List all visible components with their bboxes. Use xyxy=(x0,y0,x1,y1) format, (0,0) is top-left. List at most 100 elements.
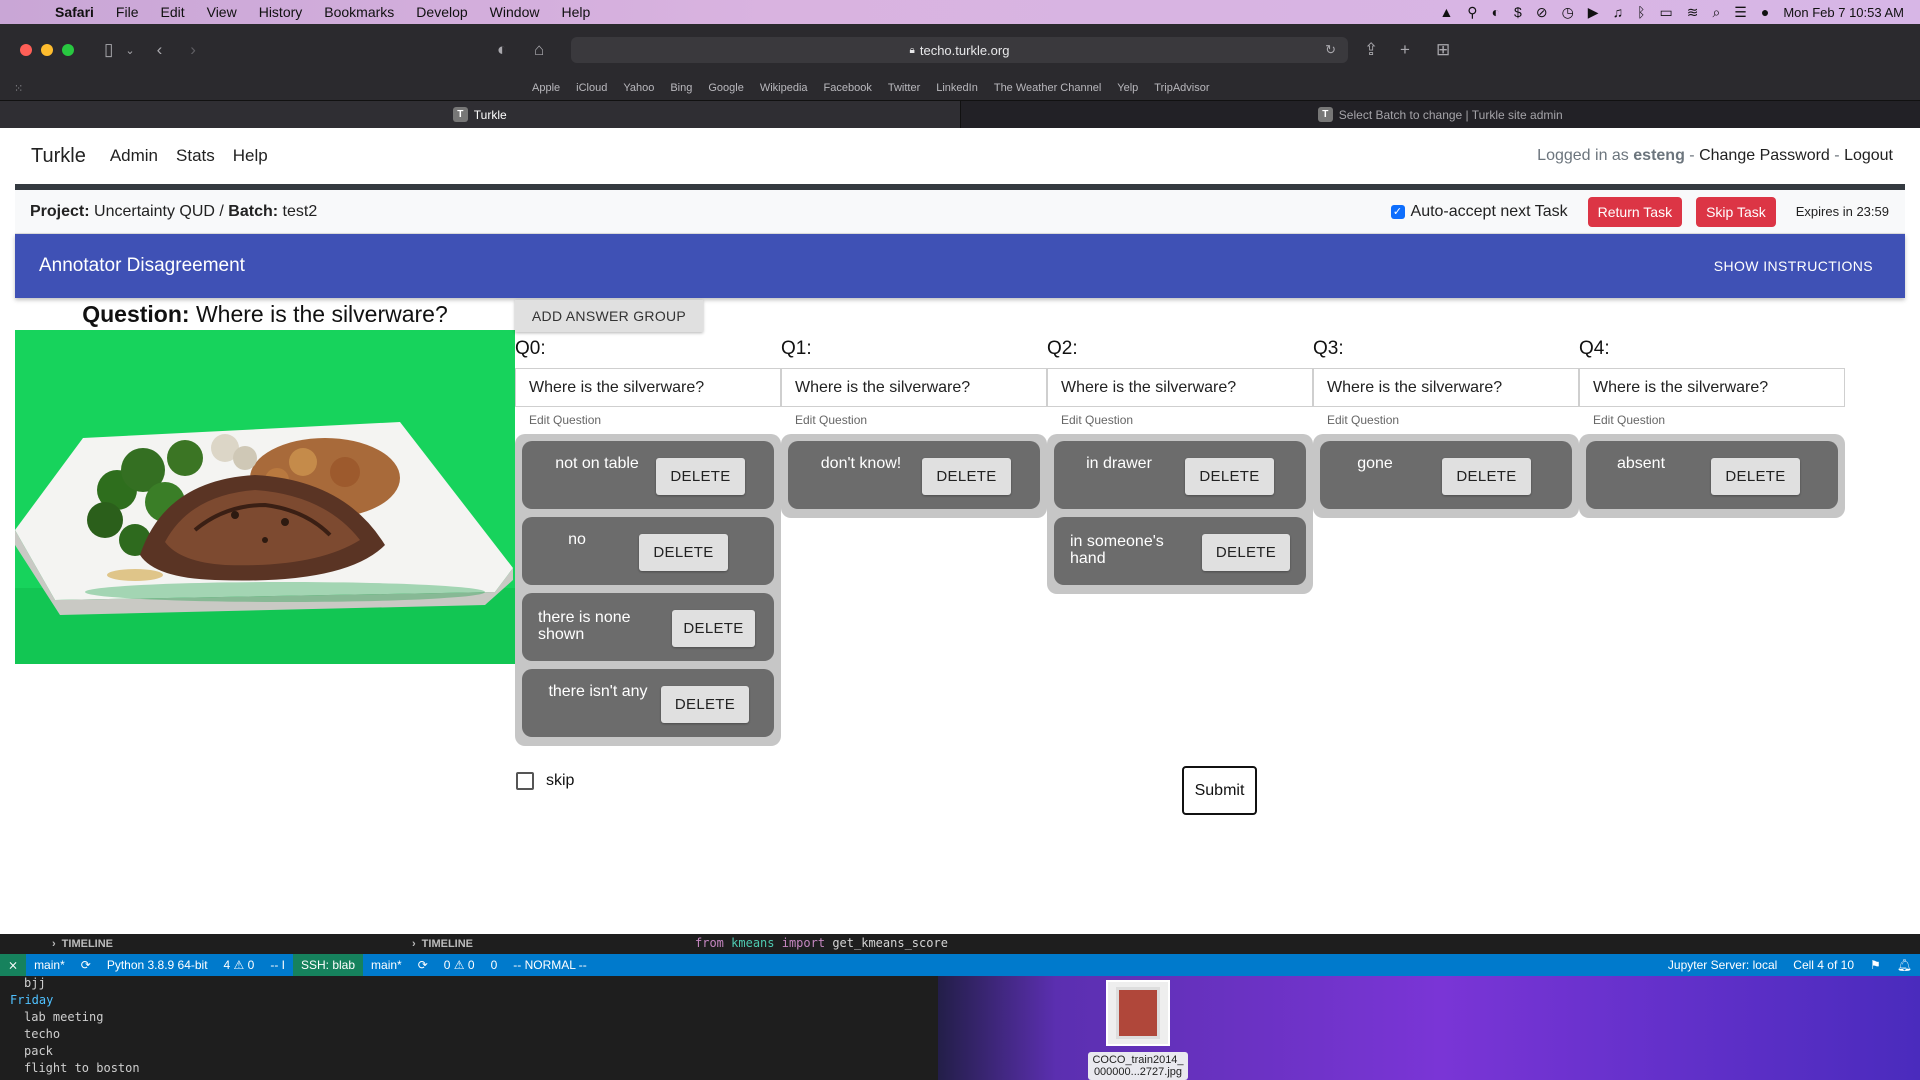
menu-bookmarks[interactable]: Bookmarks xyxy=(313,4,405,20)
reload-icon[interactable]: ↻ xyxy=(1325,42,1336,58)
add-answer-group-button[interactable]: ADD ANSWER GROUP xyxy=(515,300,703,332)
share-icon[interactable]: ⇪ xyxy=(1364,40,1378,60)
play-icon[interactable]: ▶ xyxy=(1588,4,1599,21)
desktop-file-icon[interactable]: COCO_train2014_ 000000...2727.jpg xyxy=(1078,980,1198,1080)
question-input[interactable]: Where is the silverware? xyxy=(1313,368,1579,407)
show-instructions-button[interactable]: SHOW INSTRUCTIONS xyxy=(1714,258,1873,274)
menu-view[interactable]: View xyxy=(196,4,248,20)
nav-help[interactable]: Help xyxy=(233,146,268,166)
zoom-window-icon[interactable] xyxy=(62,44,74,56)
menu-app-name[interactable]: Safari xyxy=(44,4,105,20)
home-icon[interactable]: ⌂ xyxy=(534,40,544,60)
favorite-link[interactable]: LinkedIn xyxy=(928,82,986,94)
jupyter-server-status[interactable]: Jupyter Server: local xyxy=(1660,958,1785,972)
problems-status[interactable]: 0 ⚠ 0 xyxy=(436,958,483,972)
menu-develop[interactable]: Develop xyxy=(405,4,478,20)
remote-icon[interactable]: ⨯ xyxy=(0,954,27,976)
control-center-icon[interactable]: ☰ xyxy=(1734,4,1747,21)
spotlight-search-icon[interactable]: ⌕ xyxy=(1712,4,1720,21)
return-task-button[interactable]: Return Task xyxy=(1587,196,1683,227)
skip-checkbox[interactable] xyxy=(516,772,534,790)
wifi-icon[interactable]: ≋ xyxy=(1687,4,1699,21)
back-icon[interactable]: ‹ xyxy=(157,40,163,60)
change-password-link[interactable]: Change Password xyxy=(1699,147,1830,164)
headphones-icon[interactable]: ♫ xyxy=(1613,4,1624,20)
favorite-link[interactable]: Facebook xyxy=(816,82,880,94)
favorite-link[interactable]: TripAdvisor xyxy=(1146,82,1217,94)
ssh-remote-status[interactable]: SSH: blab xyxy=(293,954,364,976)
brand-link[interactable]: Turkle xyxy=(31,145,86,168)
siri-icon[interactable]: ● xyxy=(1761,4,1769,20)
favorites-grid-icon[interactable]: ⁙ xyxy=(14,82,524,95)
favorite-link[interactable]: Apple xyxy=(524,82,568,94)
answer-card[interactable]: no DELETE xyxy=(522,517,774,585)
submit-button[interactable]: Submit xyxy=(1182,766,1257,815)
minimize-window-icon[interactable] xyxy=(41,44,53,56)
logout-link[interactable]: Logout xyxy=(1844,147,1893,164)
checkbox-checked-icon[interactable]: ✓ xyxy=(1390,204,1405,219)
question-input[interactable]: Where is the silverware? xyxy=(1047,368,1313,407)
answer-list[interactable]: don't know! DELETE xyxy=(781,434,1047,518)
answer-card[interactable]: not on table DELETE xyxy=(522,441,774,509)
answer-card[interactable]: in drawer DELETE xyxy=(1054,441,1306,509)
delete-button[interactable]: DELETE xyxy=(672,610,755,647)
answer-card[interactable]: in someone's hand DELETE xyxy=(1054,517,1306,585)
answer-card[interactable]: absent DELETE xyxy=(1586,441,1838,509)
ports-status[interactable]: 0 xyxy=(483,958,506,972)
delete-button[interactable]: DELETE xyxy=(1185,458,1274,495)
favorite-link[interactable]: iCloud xyxy=(568,82,615,94)
python-interpreter-status[interactable]: Python 3.8.9 64-bit xyxy=(99,958,216,972)
skip-toggle[interactable]: skip xyxy=(516,772,574,790)
menu-file[interactable]: File xyxy=(105,4,150,20)
answer-card[interactable]: there isn't any DELETE xyxy=(522,669,774,737)
favorite-link[interactable]: Twitter xyxy=(880,82,928,94)
nav-stats[interactable]: Stats xyxy=(176,146,215,166)
bluetooth-icon[interactable]: ᛒ xyxy=(1637,4,1645,20)
answer-list[interactable]: in drawer DELETE in someone's hand DELET… xyxy=(1047,434,1313,594)
menu-help[interactable]: Help xyxy=(550,4,601,20)
timeline-panel[interactable]: › TIMELINE xyxy=(412,934,473,954)
answer-list[interactable]: absent DELETE xyxy=(1579,434,1845,518)
favorite-link[interactable]: Bing xyxy=(662,82,700,94)
question-input[interactable]: Where is the silverware? xyxy=(1579,368,1845,407)
sync-icon[interactable]: ⟳ xyxy=(410,958,436,972)
answer-card[interactable]: don't know! DELETE xyxy=(788,441,1040,509)
sync-icon[interactable]: ⟳ xyxy=(73,958,99,972)
favorite-link[interactable]: Wikipedia xyxy=(752,82,816,94)
delete-button[interactable]: DELETE xyxy=(661,686,749,723)
nav-admin[interactable]: Admin xyxy=(110,146,158,166)
skip-task-button[interactable]: Skip Task xyxy=(1696,196,1776,227)
address-bar[interactable]: 🔒︎ techo.turkle.org ↻ xyxy=(571,37,1348,63)
menu-history[interactable]: History xyxy=(248,4,314,20)
privacy-shield-icon[interactable]: ◐ xyxy=(497,40,507,60)
time-machine-icon[interactable]: ◷ xyxy=(1562,4,1574,21)
favorite-link[interactable]: Yelp xyxy=(1109,82,1146,94)
menu-clock[interactable]: Mon Feb 7 10:53 AM xyxy=(1783,5,1904,20)
answer-list[interactable]: not on table DELETE no DELETE there is n… xyxy=(515,434,781,746)
status-app-icon[interactable]: ⚲ xyxy=(1467,4,1477,21)
delete-button[interactable]: DELETE xyxy=(922,458,1011,495)
status-app-icon[interactable]: ⊘ xyxy=(1536,4,1548,21)
question-input[interactable]: Where is the silverware? xyxy=(781,368,1047,407)
delete-button[interactable]: DELETE xyxy=(656,458,745,495)
close-window-icon[interactable] xyxy=(20,44,32,56)
delete-button[interactable]: DELETE xyxy=(1442,458,1531,495)
new-tab-icon[interactable]: + xyxy=(1400,40,1410,60)
battery-icon[interactable]: ▭ xyxy=(1659,4,1672,21)
delete-button[interactable]: DELETE xyxy=(1711,458,1800,495)
tab-overview-icon[interactable]: ⊞ xyxy=(1436,40,1450,60)
git-branch-status[interactable]: main* xyxy=(363,958,410,972)
chevron-down-icon[interactable]: ⌄ xyxy=(125,44,134,57)
forward-icon[interactable]: › xyxy=(190,40,196,60)
feedback-icon[interactable]: ⚑ xyxy=(1862,958,1889,972)
favorite-link[interactable]: Yahoo xyxy=(615,82,662,94)
tab-site-admin[interactable]: T Select Batch to change | Turkle site a… xyxy=(959,101,1920,128)
git-branch-status[interactable]: main* xyxy=(26,958,73,972)
answer-card[interactable]: there is none shown DELETE xyxy=(522,593,774,661)
timeline-panel[interactable]: › TIMELINE xyxy=(52,934,113,954)
favorite-link[interactable]: The Weather Channel xyxy=(986,82,1109,94)
menu-window[interactable]: Window xyxy=(479,4,551,20)
sidebar-toggle-icon[interactable]: ▯ xyxy=(104,40,113,60)
answer-list[interactable]: gone DELETE xyxy=(1313,434,1579,518)
status-app-icon[interactable]: ▲ xyxy=(1439,4,1453,20)
